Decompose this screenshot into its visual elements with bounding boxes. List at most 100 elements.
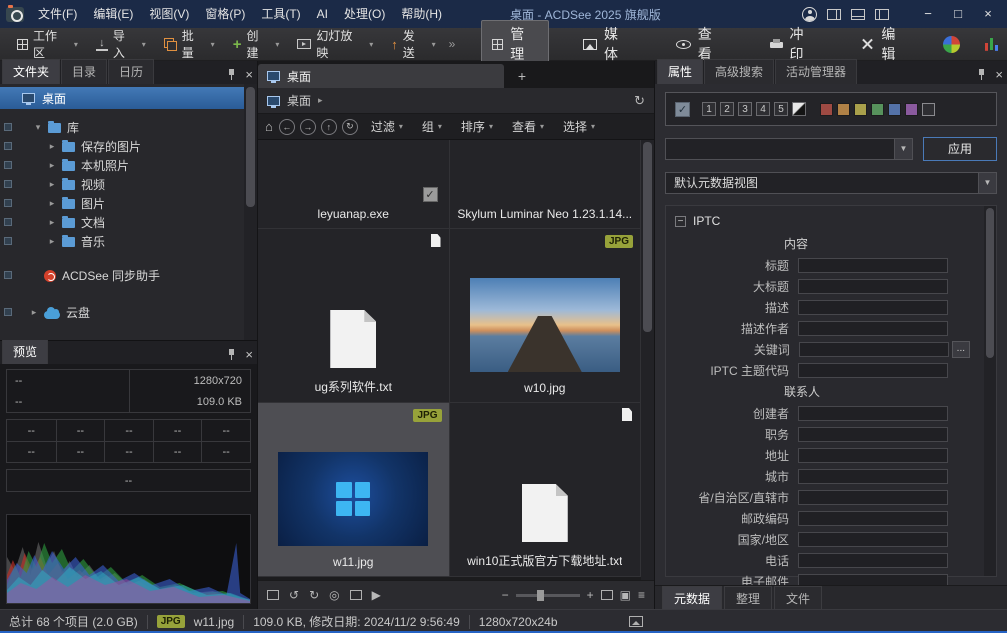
toolbar-overflow-icon[interactable]: »	[445, 37, 460, 51]
rating-2[interactable]: 2	[720, 102, 734, 116]
headline-field[interactable]	[798, 279, 948, 294]
easy-select-mark[interactable]	[4, 161, 12, 169]
file-item-ug-txt[interactable]: ug系列软件.txt	[258, 229, 450, 403]
workspace-button[interactable]: 工作区 ▾	[8, 31, 87, 58]
external-view-icon[interactable]	[350, 590, 362, 600]
rating-5[interactable]: 5	[774, 102, 788, 116]
clear-color-label-swatch[interactable]	[922, 103, 935, 116]
tab-organize[interactable]: 整理	[724, 586, 772, 610]
tab-calendar[interactable]: 日历	[108, 59, 154, 84]
description-field[interactable]	[798, 300, 948, 315]
address-field[interactable]	[798, 448, 948, 463]
rating-4[interactable]: 4	[756, 102, 770, 116]
file-item-leyuanap[interactable]: ✓ leyuanap.exe	[258, 140, 450, 229]
expand-icon[interactable]: ▸	[48, 141, 56, 152]
color-label-swatch[interactable]	[837, 103, 850, 116]
slideshow-play-icon[interactable]: ▶	[372, 588, 381, 602]
apply-button[interactable]: 应用	[923, 137, 997, 161]
menu-view[interactable]: 视图(V)	[141, 0, 197, 28]
select-button[interactable]: 选择 ▾	[555, 118, 603, 135]
zoom-out-icon[interactable]: −	[502, 588, 509, 602]
expand-icon[interactable]: ▸	[48, 179, 56, 190]
menu-edit[interactable]: 编辑(E)	[85, 0, 141, 28]
description-writer-field[interactable]	[798, 321, 948, 336]
phone-field[interactable]	[798, 553, 948, 568]
tab-properties[interactable]: 属性	[657, 59, 703, 84]
city-field[interactable]	[798, 469, 948, 484]
color-label-swatch[interactable]	[820, 103, 833, 116]
color-label-swatch[interactable]	[871, 103, 884, 116]
sort-button[interactable]: 排序 ▾	[453, 118, 501, 135]
view-list-icon[interactable]: ≡	[638, 588, 645, 602]
subject-code-field[interactable]	[798, 363, 948, 378]
pin-icon[interactable]	[977, 69, 986, 80]
collapse-icon[interactable]: −	[675, 216, 686, 227]
account-icon[interactable]	[802, 7, 817, 22]
creator-field[interactable]	[798, 406, 948, 421]
layout-panes-icon[interactable]	[827, 9, 841, 20]
rating-1[interactable]: 1	[702, 102, 716, 116]
menu-process[interactable]: 处理(O)	[336, 0, 393, 28]
tab-metadata[interactable]: 元数据	[662, 586, 722, 610]
file-item-skylum[interactable]: Skylum Luminar Neo 1.23.1.14...	[450, 140, 642, 229]
chevron-down-icon[interactable]: ▼	[894, 139, 912, 159]
job-title-field[interactable]	[798, 427, 948, 442]
tree-item-videos[interactable]: ▸ 视频	[0, 175, 257, 194]
breadcrumb[interactable]: 桌面	[287, 92, 311, 109]
scrollbar-thumb[interactable]	[643, 142, 652, 332]
pin-icon[interactable]	[227, 349, 236, 360]
tab-catalog[interactable]: 目录	[61, 59, 107, 84]
easy-select-mark[interactable]	[4, 271, 12, 279]
rotate-cw-icon[interactable]: ↻	[309, 588, 319, 602]
zoom-slider-thumb[interactable]	[537, 590, 544, 601]
color-label-swatch[interactable]	[888, 103, 901, 116]
tab-advanced-search[interactable]: 高级搜索	[704, 59, 774, 84]
color-wheel-icon[interactable]	[943, 36, 960, 53]
tab-preview[interactable]: 预览	[2, 339, 48, 364]
up-icon[interactable]: ↑	[321, 119, 337, 135]
menu-help[interactable]: 帮助(H)	[393, 0, 450, 28]
easy-select-mark[interactable]	[4, 180, 12, 188]
file-item-w10[interactable]: JPG w10.jpg	[450, 229, 642, 403]
chevron-down-icon[interactable]: ▼	[978, 173, 996, 193]
select-checkbox[interactable]: ✓	[423, 187, 438, 202]
filter-button[interactable]: 过滤 ▾	[363, 118, 411, 135]
form-scrollbar[interactable]	[984, 206, 996, 576]
layout-bottom-icon[interactable]	[851, 9, 865, 20]
compare-icon[interactable]: ◎	[329, 588, 339, 602]
menu-file[interactable]: 文件(F)	[30, 0, 85, 28]
email-field[interactable]	[798, 574, 948, 585]
postal-code-field[interactable]	[798, 511, 948, 526]
tab-file[interactable]: 文件	[774, 586, 822, 610]
tree-item-documents[interactable]: ▸ 文档	[0, 213, 257, 232]
tree-item-sync-assistant[interactable]: ACDSee 同步助手	[0, 266, 257, 285]
tree-item-saved-pictures[interactable]: ▸ 保存的图片	[0, 137, 257, 156]
zoom-in-icon[interactable]: +	[587, 588, 594, 602]
color-label-swatch[interactable]	[905, 103, 918, 116]
view-button[interactable]: 查看 ▾	[504, 118, 552, 135]
easy-select-mark[interactable]	[4, 308, 12, 316]
easy-select-mark[interactable]	[4, 237, 12, 245]
scrollbar-thumb[interactable]	[986, 208, 994, 358]
tree-item-music[interactable]: ▸ 音乐	[0, 232, 257, 251]
rotate-ccw-icon[interactable]: ↺	[289, 588, 299, 602]
refresh-icon[interactable]: ↻	[634, 93, 645, 109]
tab-folders[interactable]: 文件夹	[2, 59, 60, 84]
close-panel-icon[interactable]: ×	[245, 349, 253, 360]
menu-pane[interactable]: 窗格(P)	[197, 0, 253, 28]
tagged-checkbox[interactable]: ✓	[675, 102, 690, 117]
expand-icon[interactable]: ▸	[48, 198, 56, 209]
state-field[interactable]	[798, 490, 948, 505]
file-item-w11-selected[interactable]: JPG w11.jpg	[258, 403, 450, 577]
filmstrip-icon[interactable]	[267, 590, 279, 600]
forward-icon[interactable]: →	[300, 119, 316, 135]
file-item-win10-txt[interactable]: win10正式版官方下载地址.txt	[450, 403, 642, 577]
preset-combobox[interactable]: ▼	[665, 138, 913, 160]
refresh-small-icon[interactable]: ↻	[342, 119, 358, 135]
rating-3[interactable]: 3	[738, 102, 752, 116]
menu-ai[interactable]: AI	[309, 0, 336, 28]
back-icon[interactable]: ←	[279, 119, 295, 135]
expand-icon[interactable]: ▸	[48, 217, 56, 228]
tree-item-pictures[interactable]: ▸ 图片	[0, 194, 257, 213]
grid-scrollbar[interactable]	[641, 140, 654, 580]
